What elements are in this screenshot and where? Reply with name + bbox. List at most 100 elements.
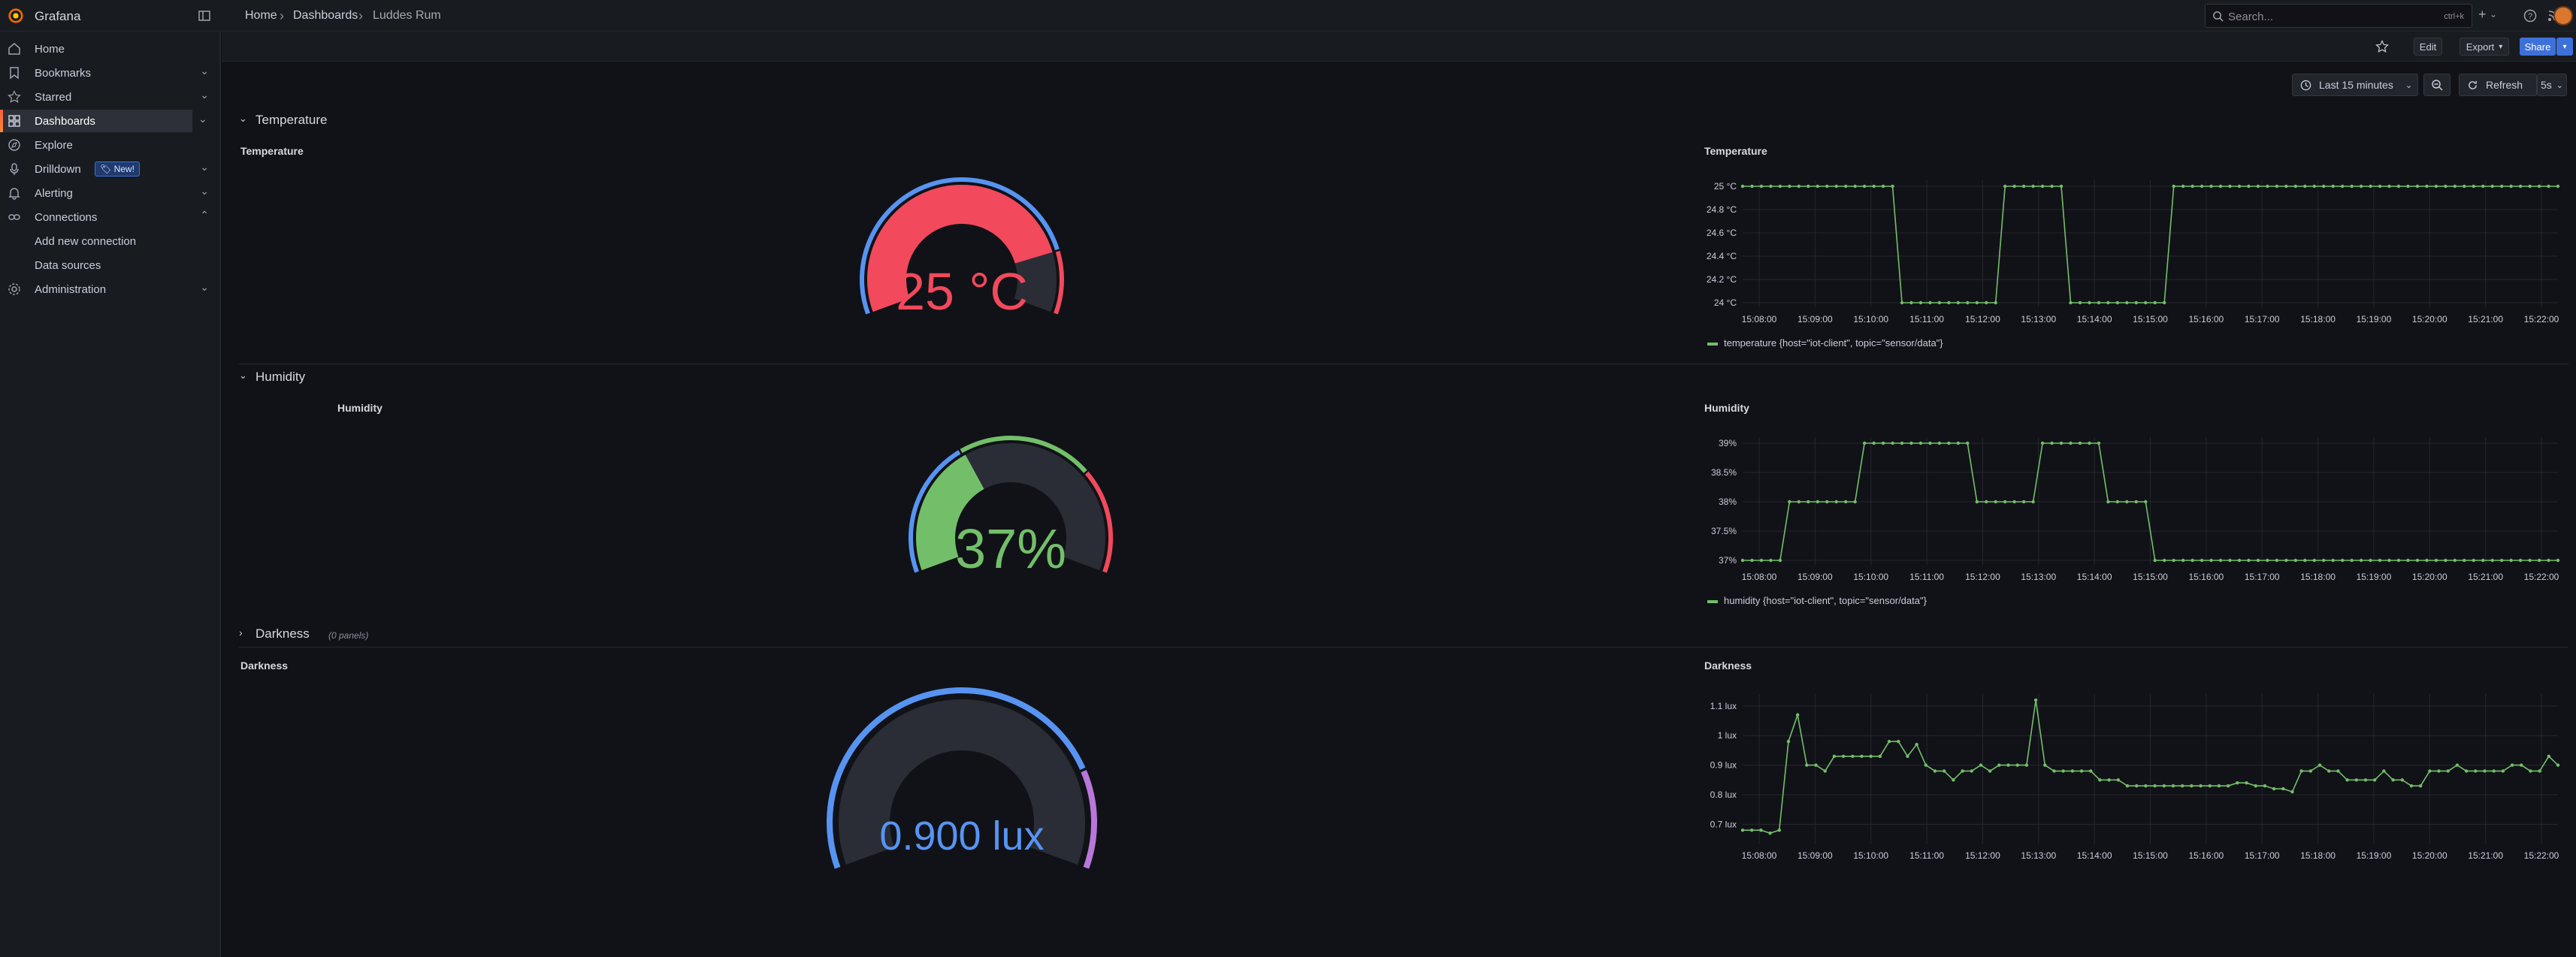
data-point bbox=[2134, 300, 2138, 305]
chevron-down-icon[interactable]: ⌄ bbox=[239, 370, 247, 382]
gauge-value: 25 °C bbox=[896, 262, 1028, 317]
chevron-down-icon[interactable]: ⌄ bbox=[2490, 9, 2497, 20]
nav-item-home[interactable]: Home bbox=[0, 38, 221, 60]
breadcrumb-dashboards[interactable]: Dashboards bbox=[293, 9, 358, 23]
nav-item-data-sources[interactable]: Data sources bbox=[0, 254, 221, 276]
nav-item-dashboards[interactable]: Dashboards bbox=[0, 110, 192, 132]
app-name[interactable]: Grafana bbox=[35, 9, 80, 24]
data-point bbox=[1891, 441, 1894, 445]
bell-icon bbox=[8, 188, 20, 200]
row-title-humidity[interactable]: Humidity bbox=[255, 370, 305, 385]
data-point bbox=[2256, 184, 2260, 189]
x-tick-label: 15:13:00 bbox=[2021, 314, 2056, 325]
chevron-down-icon[interactable]: ⌄ bbox=[200, 65, 209, 77]
gauge-value: 0.900 lux bbox=[879, 814, 1044, 859]
nav-item-connections[interactable]: Connections ⌃ bbox=[0, 206, 221, 228]
data-point bbox=[2520, 763, 2523, 767]
data-point bbox=[2181, 558, 2185, 563]
share-button[interactable]: Share bbox=[2520, 38, 2556, 56]
panel-title[interactable]: Darkness bbox=[1704, 660, 1752, 672]
chevron-right-icon[interactable]: › bbox=[239, 626, 243, 639]
edit-button[interactable]: Edit bbox=[2414, 38, 2442, 56]
grafana-logo-icon[interactable] bbox=[8, 8, 24, 24]
y-tick-label: 25 °C bbox=[1714, 181, 1737, 192]
legend-item[interactable]: temperature {host="iot-client", topic="s… bbox=[1724, 337, 1943, 349]
nav-item-alerting[interactable]: Alerting ⌄ bbox=[0, 182, 221, 204]
nav-item-bookmarks[interactable]: Bookmarks ⌄ bbox=[0, 62, 221, 84]
microphone-icon bbox=[10, 163, 19, 175]
zoom-out-button[interactable] bbox=[2423, 74, 2451, 96]
data-point bbox=[2317, 763, 2322, 767]
data-point bbox=[2275, 184, 2279, 189]
legend-item[interactable]: humidity {host="iot-client", topic="sens… bbox=[1724, 595, 1927, 606]
row-panel-count: (0 panels) bbox=[328, 630, 369, 641]
data-point bbox=[2256, 558, 2260, 563]
data-point bbox=[2538, 769, 2541, 773]
y-tick-label: 1.1 lux bbox=[1710, 701, 1737, 711]
data-point bbox=[2453, 558, 2457, 563]
data-point bbox=[2528, 558, 2532, 563]
data-point bbox=[2031, 500, 2035, 504]
dock-menu-icon[interactable] bbox=[198, 10, 210, 22]
chevron-up-icon[interactable]: ⌃ bbox=[200, 209, 209, 222]
panel-title[interactable]: Humidity bbox=[337, 402, 382, 414]
data-point bbox=[2387, 558, 2391, 563]
nav-item-drilldown[interactable]: Drilldown 🏷 New! ⌄ bbox=[0, 158, 221, 180]
nav-item-starred[interactable]: Starred ⌄ bbox=[0, 86, 221, 108]
chevron-down-icon[interactable]: ⌄ bbox=[200, 89, 209, 101]
refresh-button[interactable]: Refresh bbox=[2459, 74, 2537, 96]
data-point bbox=[1872, 441, 1876, 445]
chevron-down-icon: ⌄ bbox=[2556, 80, 2563, 90]
data-point bbox=[1997, 763, 2001, 767]
row-title-darkness[interactable]: Darkness bbox=[255, 626, 310, 642]
help-icon[interactable]: ? bbox=[2523, 9, 2537, 23]
humidity-timeseries-chart[interactable]: 37% 37.5% 38% 38.5% 39% 15:08:00 15:09:00 15:10… bbox=[1701, 428, 2565, 593]
x-tick-label: 15:20:00 bbox=[2412, 572, 2448, 582]
panel-title[interactable]: Darkness bbox=[240, 660, 288, 672]
x-tick-label: 15:16:00 bbox=[2188, 850, 2224, 861]
data-point bbox=[2059, 184, 2064, 189]
chevron-down-icon[interactable]: ⌄ bbox=[198, 113, 207, 125]
y-tick-label: 24.8 °C bbox=[1707, 204, 1737, 215]
chevron-down-icon[interactable]: ⌄ bbox=[200, 185, 209, 198]
data-point bbox=[2378, 558, 2382, 563]
share-menu-button[interactable]: ▾ bbox=[2556, 38, 2573, 56]
data-point bbox=[2163, 558, 2166, 563]
y-tick-label: 0.7 lux bbox=[1710, 819, 1737, 829]
row-title-temperature[interactable]: Temperature bbox=[255, 113, 327, 128]
temperature-timeseries-chart[interactable]: 24 °C 24.2 °C 24.4 °C 24.6 °C 24.8 °C 25 °C 15… bbox=[1701, 171, 2565, 337]
x-tick-label: 15:18:00 bbox=[2300, 850, 2336, 861]
data-point bbox=[2501, 769, 2505, 773]
data-point bbox=[2200, 184, 2204, 189]
nav-item-administration[interactable]: Administration ⌄ bbox=[0, 278, 221, 300]
user-avatar[interactable] bbox=[2553, 6, 2573, 26]
search-input[interactable]: Search... ctrl+k bbox=[2205, 4, 2472, 28]
y-tick-label: 24.6 °C bbox=[1707, 228, 1737, 238]
x-tick-label: 15:13:00 bbox=[2021, 850, 2056, 861]
export-button[interactable]: Export ▾ bbox=[2460, 38, 2509, 56]
data-point bbox=[2369, 558, 2372, 563]
refresh-interval-picker[interactable]: 5s ⌄ bbox=[2537, 74, 2567, 96]
nav-item-explore[interactable]: Explore bbox=[0, 134, 221, 156]
data-point bbox=[2396, 184, 2401, 189]
darkness-timeseries-chart[interactable]: 0.7 lux 0.8 lux 0.9 lux 1 lux 1.1 lux 15:08:0… bbox=[1701, 691, 2565, 879]
data-point bbox=[2472, 184, 2475, 189]
data-point bbox=[1994, 500, 1997, 504]
data-point bbox=[2228, 558, 2232, 563]
chevron-down-icon[interactable]: ⌄ bbox=[200, 281, 209, 294]
panel-title[interactable]: Temperature bbox=[240, 145, 304, 157]
chevron-down-icon[interactable]: ⌄ bbox=[239, 113, 247, 125]
data-point bbox=[2547, 558, 2550, 563]
data-point bbox=[1750, 184, 1754, 189]
add-new-icon[interactable]: + bbox=[2478, 7, 2487, 23]
breadcrumb-home[interactable]: Home bbox=[245, 9, 277, 23]
star-icon[interactable] bbox=[2375, 40, 2389, 53]
nav-item-add-new-connection[interactable]: Add new connection bbox=[0, 230, 221, 252]
data-point bbox=[1862, 184, 1867, 189]
panel-title[interactable]: Humidity bbox=[1704, 402, 1749, 414]
data-point bbox=[2172, 184, 2175, 189]
time-range-picker[interactable]: Last 15 minutes ⌄ bbox=[2292, 74, 2418, 96]
chevron-down-icon[interactable]: ⌄ bbox=[200, 161, 209, 174]
data-point bbox=[2418, 783, 2423, 788]
panel-title[interactable]: Temperature bbox=[1704, 145, 1767, 157]
